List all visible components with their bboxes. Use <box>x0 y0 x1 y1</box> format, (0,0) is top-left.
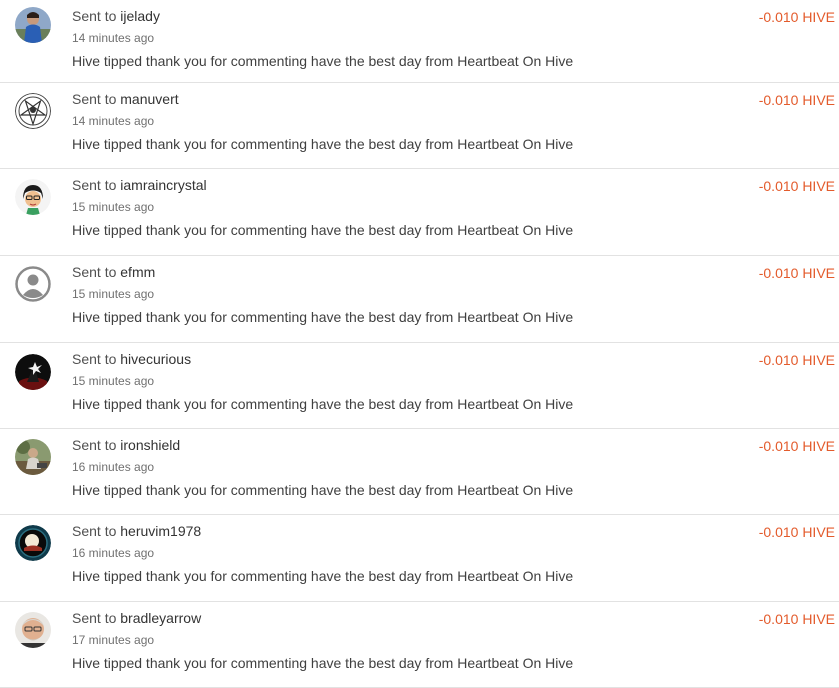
recipient-username[interactable]: hivecurious <box>120 351 191 367</box>
cartoon-face-icon[interactable] <box>15 179 51 215</box>
sent-to-label: Sent to <box>72 8 117 24</box>
transfer-history-list: Sent to ijelady 14 minutes ago Hive tipp… <box>0 0 839 688</box>
sent-to-label: Sent to <box>72 351 117 367</box>
sent-to-line: Sent to manuvert <box>72 91 179 107</box>
amount: -0.010 HIVE <box>758 178 835 194</box>
memo-text: Hive tipped thank you for commenting hav… <box>72 222 574 238</box>
transfer-row: Sent to ijelady 14 minutes ago Hive tipp… <box>0 0 839 83</box>
timestamp: 15 minutes ago <box>72 374 155 388</box>
memo-text: Hive tipped thank you for commenting hav… <box>72 53 574 69</box>
outdoor-photo-icon[interactable] <box>15 439 51 475</box>
recipient-username[interactable]: bradleyarrow <box>120 610 201 626</box>
transfer-row: Sent to bradleyarrow 17 minutes ago Hive… <box>0 602 839 688</box>
sent-to-label: Sent to <box>72 264 117 280</box>
sent-to-line: Sent to ironshield <box>72 437 180 453</box>
timestamp: 16 minutes ago <box>72 546 155 560</box>
sent-to-label: Sent to <box>72 523 117 539</box>
amount: -0.010 HIVE <box>758 438 835 454</box>
sent-to-label: Sent to <box>72 91 117 107</box>
memo-text: Hive tipped thank you for commenting hav… <box>72 655 574 671</box>
amount: -0.010 HIVE <box>758 524 835 540</box>
transfer-row: Sent to iamraincrystal 15 minutes ago Hi… <box>0 169 839 256</box>
recipient-username[interactable]: ijelady <box>120 8 160 24</box>
sent-to-line: Sent to iamraincrystal <box>72 177 207 193</box>
recipient-username[interactable]: manuvert <box>120 91 178 107</box>
transfer-row: Sent to efmm 15 minutes ago Hive tipped … <box>0 256 839 343</box>
sent-to-line: Sent to heruvim1978 <box>72 523 201 539</box>
recipient-username[interactable]: heruvim1978 <box>120 523 201 539</box>
memo-text: Hive tipped thank you for commenting hav… <box>72 309 574 325</box>
timestamp: 15 minutes ago <box>72 200 155 214</box>
sent-to-line: Sent to ijelady <box>72 8 160 24</box>
timestamp: 14 minutes ago <box>72 31 155 45</box>
recipient-username[interactable]: ironshield <box>120 437 180 453</box>
sent-to-label: Sent to <box>72 177 117 193</box>
sent-to-line: Sent to hivecurious <box>72 351 191 367</box>
sent-to-label: Sent to <box>72 437 117 453</box>
sent-to-label: Sent to <box>72 610 117 626</box>
transfer-row: Sent to ironshield 16 minutes ago Hive t… <box>0 429 839 515</box>
transfer-row: Sent to heruvim1978 16 minutes ago Hive … <box>0 515 839 602</box>
transfer-row: Sent to hivecurious 15 minutes ago Hive … <box>0 343 839 429</box>
amount: -0.010 HIVE <box>758 265 835 281</box>
default-user-icon[interactable] <box>15 266 51 302</box>
transfer-row: Sent to manuvert 14 minutes ago Hive tip… <box>0 83 839 169</box>
user-photo-icon[interactable] <box>15 7 51 43</box>
timestamp: 16 minutes ago <box>72 460 155 474</box>
timestamp: 15 minutes ago <box>72 287 155 301</box>
sent-to-line: Sent to efmm <box>72 264 155 280</box>
memo-text: Hive tipped thank you for commenting hav… <box>72 396 574 412</box>
portrait-photo-icon[interactable] <box>15 612 51 648</box>
recipient-username[interactable]: iamraincrystal <box>120 177 206 193</box>
moon-emblem-icon[interactable] <box>15 525 51 561</box>
memo-text: Hive tipped thank you for commenting hav… <box>72 482 574 498</box>
timestamp: 14 minutes ago <box>72 114 155 128</box>
memo-text: Hive tipped thank you for commenting hav… <box>72 136 574 152</box>
memo-text: Hive tipped thank you for commenting hav… <box>72 568 574 584</box>
amount: -0.010 HIVE <box>758 611 835 627</box>
dark-figure-icon[interactable] <box>15 354 51 390</box>
recipient-username[interactable]: efmm <box>120 264 155 280</box>
pentagram-icon[interactable] <box>15 93 51 129</box>
sent-to-line: Sent to bradleyarrow <box>72 610 201 626</box>
amount: -0.010 HIVE <box>758 352 835 368</box>
timestamp: 17 minutes ago <box>72 633 155 647</box>
amount: -0.010 HIVE <box>758 9 835 25</box>
amount: -0.010 HIVE <box>758 92 835 108</box>
